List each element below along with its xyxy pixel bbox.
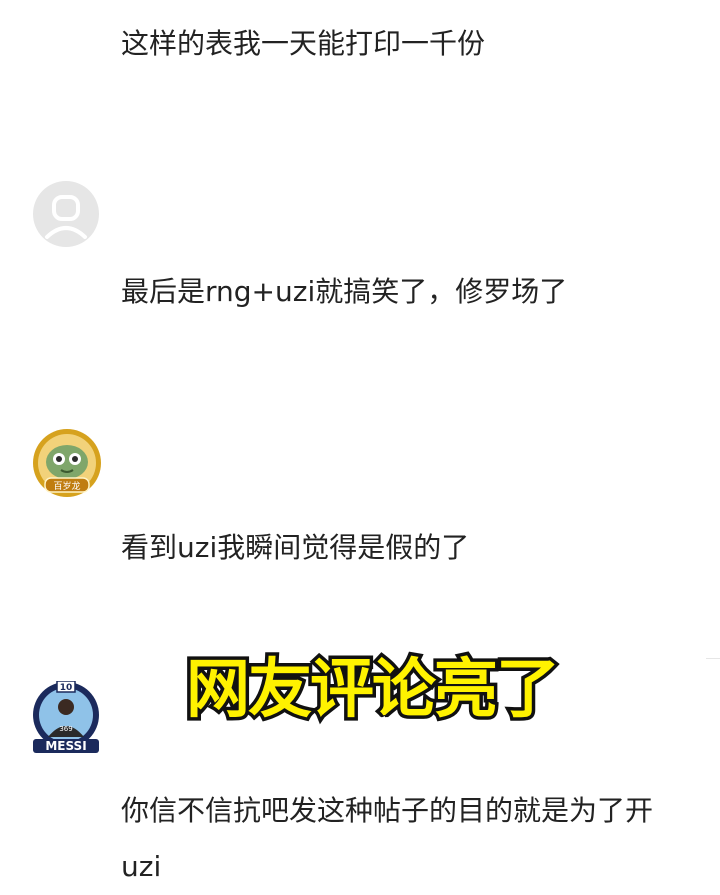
user-silhouette-icon xyxy=(33,181,99,247)
divider xyxy=(706,658,720,659)
frog-badge-avatar[interactable]: 百岁龙 xyxy=(32,428,102,498)
messi-badge-icon: 369 10 MESSI xyxy=(33,681,99,753)
comment-text-1: 这样的表我一天能打印一千份 xyxy=(121,27,486,60)
overlay-caption: 网友评论亮了 xyxy=(183,650,564,731)
default-avatar[interactable] xyxy=(33,181,99,247)
frog-badge-icon: 百岁龙 xyxy=(33,429,101,497)
messi-badge-label: MESSI xyxy=(45,739,86,753)
messi-badge-number: 10 xyxy=(60,683,73,693)
messi-badge-avatar[interactable]: 369 10 MESSI xyxy=(30,681,102,753)
comment-text-4: 你信不信抗吧发这种帖子的目的就是为了开uzi xyxy=(121,794,654,883)
frog-badge-label: 百岁龙 xyxy=(53,480,80,492)
jersey-number: 369 xyxy=(59,725,72,733)
comment-text-2: 最后是rng+uzi就搞笑了，修罗场了 xyxy=(121,275,568,308)
comment-text-3: 看到uzi我瞬间觉得是假的了 xyxy=(121,531,470,564)
